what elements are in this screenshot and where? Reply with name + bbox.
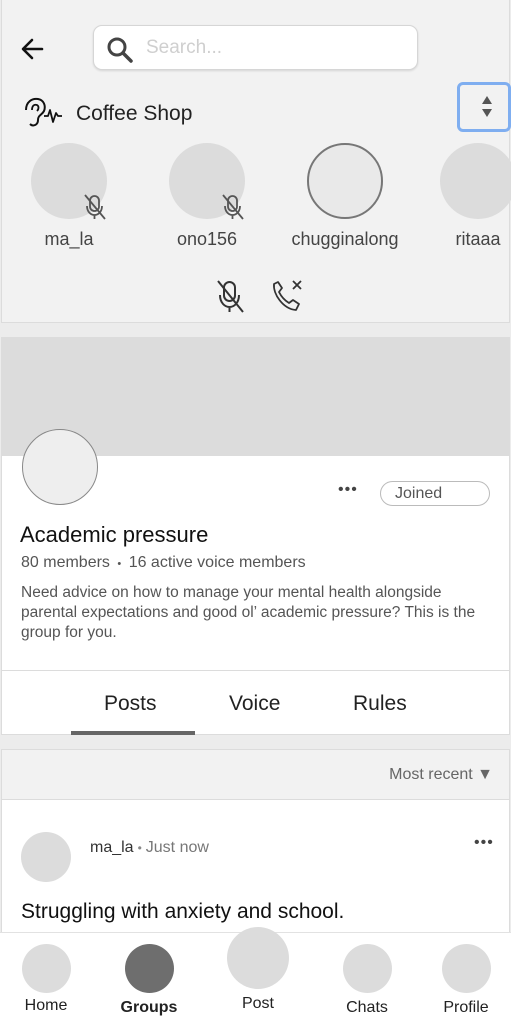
speaker-avatar (31, 143, 107, 220)
active-voice-count: 16 active voice members (128, 554, 306, 571)
speaker-item[interactable]: ono156 (137, 143, 277, 250)
nav-groups[interactable]: Groups (99, 933, 199, 1017)
speaker-name: ono156 (176, 229, 238, 249)
leave-call-icon[interactable] (269, 278, 305, 314)
home-icon (21, 944, 71, 993)
triangle-down-icon (482, 109, 492, 117)
group-avatar (22, 429, 98, 505)
group-meta: 80 members • 16 active voice members (21, 554, 306, 572)
bottom-nav: Home Groups Post Chats Profile (0, 927, 511, 1021)
post-author[interactable]: ma_la (90, 839, 134, 856)
group-description: Need advice on how to manage your mental… (21, 584, 476, 641)
group-title: Academic pressure (20, 522, 209, 547)
voice-room-panel: Coffee Shop ma_la ono156 chugginalong (0, 0, 511, 323)
more-options-icon[interactable]: ••• (338, 481, 358, 499)
post-icon (227, 927, 289, 989)
post-separator: • (137, 841, 142, 855)
speaker-avatar-speaking (307, 143, 383, 219)
post-card[interactable]: ma_la • Just now ••• Struggling with anxie… (1, 800, 510, 940)
tab-voice[interactable]: Voice (229, 692, 280, 716)
nav-profile[interactable]: Profile (416, 933, 511, 1017)
muted-mic-icon (84, 194, 106, 220)
post-title[interactable]: Struggling with anxiety and school. (21, 900, 344, 924)
nav-label: Groups (120, 999, 178, 1016)
nav-label: Chats (346, 999, 388, 1016)
group-card: ••• Joined Academic pressure 80 members … (1, 337, 510, 735)
nav-chats[interactable]: Chats (317, 933, 417, 1017)
expand-collapse-button[interactable] (457, 82, 511, 132)
mute-mic-button-icon[interactable] (213, 278, 247, 314)
post-header: ma_la • Just now (90, 839, 209, 857)
speaker-name: chugginalong (291, 229, 399, 249)
back-arrow-icon[interactable] (20, 36, 46, 62)
sort-dropdown[interactable]: Most recent ▼ (389, 766, 493, 784)
nav-label: Home (24, 997, 68, 1014)
speaker-name: ma_la (44, 229, 94, 249)
profile-icon (441, 944, 491, 993)
post-more-options-icon[interactable]: ••• (474, 834, 494, 852)
chats-icon (342, 944, 392, 993)
listening-ear-icon (25, 97, 62, 127)
muted-mic-icon (222, 194, 244, 220)
voice-room-title: Coffee Shop (76, 102, 193, 125)
tab-posts[interactable]: Posts (104, 692, 157, 716)
member-count: 80 members (21, 554, 110, 571)
speaker-item[interactable]: chugginalong (275, 143, 415, 250)
nav-home[interactable]: Home (0, 933, 96, 1015)
post-timestamp: Just now (145, 839, 209, 856)
meta-separator: • (117, 558, 122, 570)
feed-sort-bar: Most recent ▼ (1, 749, 510, 800)
search-input[interactable] (146, 34, 406, 62)
nav-label: Profile (443, 999, 489, 1016)
active-tab-indicator (71, 731, 195, 735)
divider (2, 670, 509, 671)
speaker-avatar (169, 143, 245, 220)
tab-rules[interactable]: Rules (353, 692, 407, 716)
groups-icon (124, 944, 174, 993)
joined-button[interactable]: Joined (380, 481, 490, 506)
post-author-avatar[interactable] (21, 832, 71, 882)
triangle-up-icon (482, 96, 492, 104)
speaker-item[interactable]: ma_la (0, 143, 139, 250)
nav-post[interactable]: Post (208, 927, 308, 1013)
search-bar[interactable] (93, 25, 418, 70)
nav-label: Post (241, 995, 274, 1012)
speaker-item[interactable]: ritaaa (408, 143, 511, 250)
speaker-avatar (440, 143, 511, 219)
speaker-name: ritaaa (455, 229, 501, 249)
search-icon (107, 37, 133, 63)
